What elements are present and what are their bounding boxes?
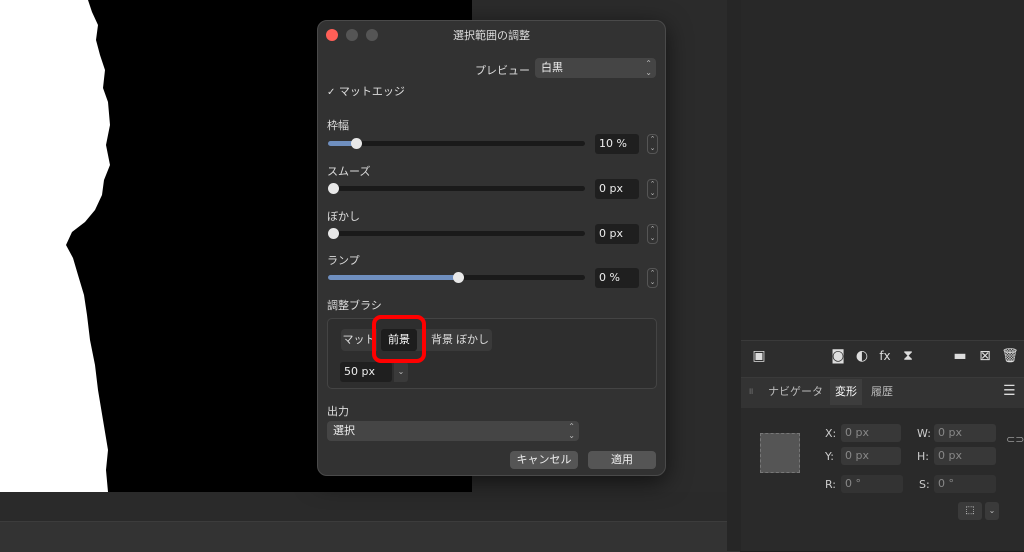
smooth-label: スムーズ [327,165,371,178]
x-field[interactable]: 0 px [841,424,901,442]
panel-menu-icon[interactable]: ☰ [1003,383,1016,399]
cancel-button[interactable]: キャンセル [510,451,578,469]
output-value: 選択 [333,424,355,437]
workspace-gray [0,492,727,521]
anchor-selector[interactable] [760,433,800,473]
preview-select[interactable]: 白黒 ⌃ ⌄ [535,58,656,78]
brush-label: 調整ブラシ [327,299,382,312]
delete-pixel-icon[interactable]: ⊠ [976,347,994,365]
preview-label: プレビュー [475,64,530,77]
adjustment-icon[interactable]: ◐ [853,347,871,365]
x-label: X: [825,427,837,440]
y-field[interactable]: 0 px [841,447,901,465]
smooth-stepper[interactable]: ⌃ ⌄ [647,179,658,199]
feather-knob[interactable] [328,228,339,239]
tab-transform[interactable]: 変形 [830,379,862,405]
h-label: H: [917,450,929,463]
w-field[interactable]: 0 px [934,424,996,442]
layers-icon[interactable]: ▣ [750,347,768,365]
shear-field[interactable]: 0 ° [934,475,996,493]
folder-icon[interactable]: ▬ [951,347,969,365]
tab-history[interactable]: 履歴 [866,379,898,405]
w-label: W: [917,427,931,440]
output-label: 出力 [327,405,349,418]
ramp-field[interactable]: 0 % [595,268,639,288]
transform-origin-icon[interactable]: ⬚ [958,502,982,520]
layers-panel[interactable] [741,0,1024,340]
fx-icon[interactable]: fx [876,347,894,365]
drag-handle[interactable]: ॥ [748,384,753,397]
brush-mode-feather[interactable]: ぼかし [453,329,492,351]
apply-button[interactable]: 適用 [588,451,656,469]
mask-icon[interactable]: ◙ [829,347,847,365]
feather-field[interactable]: 0 px [595,224,639,244]
output-select[interactable]: 選択 ⌃ ⌄ [327,421,579,441]
dialog-title: 選択範囲の調整 [453,29,530,42]
chevron-down-icon[interactable]: ⌄ [985,502,999,520]
ramp-label: ランプ [327,254,360,267]
border-width-track[interactable] [328,141,585,146]
checkmark-icon: ✓ [327,87,336,98]
link-icon[interactable]: ⊂⊃ [1006,433,1024,446]
refine-selection-dialog: 選択範囲の調整 プレビュー 白黒 ⌃ ⌄ ✓ マットエッジ 枠幅 10 % ⌃ ⌄ … [317,20,666,476]
border-width-knob[interactable] [351,138,362,149]
feather-label: ぼかし [327,210,360,223]
ramp-fill [328,275,458,280]
matte-edge-checkbox[interactable]: ✓ マットエッジ [327,83,405,99]
status-bar [0,521,740,552]
border-width-stepper[interactable]: ⌃ ⌄ [647,134,658,154]
trash-icon[interactable]: 🗑 [1001,347,1019,365]
r-label: R: [825,478,837,491]
ramp-stepper[interactable]: ⌃ ⌄ [647,268,658,288]
highlight-annotation [372,315,426,363]
border-width-label: 枠幅 [327,119,349,132]
smooth-track[interactable] [328,186,585,191]
hourglass-icon[interactable]: ⧗ [899,347,917,365]
updown-icon: ⌃ ⌄ [645,59,652,77]
panel-divider[interactable] [727,0,741,551]
feather-stepper[interactable]: ⌃ ⌄ [647,224,658,244]
preview-value: 白黒 [541,61,563,74]
updown-icon: ⌃ ⌄ [568,422,575,440]
ramp-knob[interactable] [453,272,464,283]
brush-size-field[interactable]: 50 px [340,362,392,382]
matte-edge-label: マットエッジ [338,85,405,98]
smooth-knob[interactable] [328,183,339,194]
smooth-field[interactable]: 0 px [595,179,639,199]
feather-track[interactable] [328,231,585,236]
tab-navigator[interactable]: ナビゲータ [763,379,828,405]
h-field[interactable]: 0 px [934,447,996,465]
s-label: S: [919,478,930,491]
y-label: Y: [825,450,834,463]
border-width-field[interactable]: 10 % [595,134,639,154]
brush-size-dropdown-icon[interactable]: ⌄ [394,362,408,382]
rotation-field[interactable]: 0 ° [841,475,903,493]
